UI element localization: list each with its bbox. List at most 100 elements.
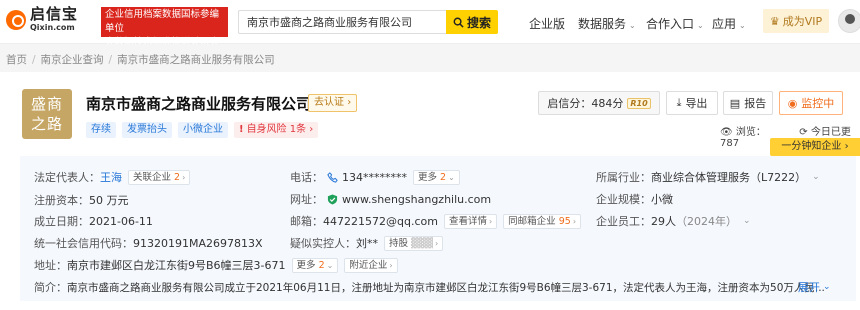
credit-code-row: 统一社会信用代码： 91320191MA2697813X: [34, 235, 263, 251]
related-label: 关联企业: [133, 171, 172, 183]
intro-text: 南京市盛商之路商业服务有限公司成立于2021年06月11日，注册地址为南京市建邺…: [67, 281, 825, 294]
staff-value: 29人: [651, 215, 676, 228]
search-button[interactable]: 搜索: [446, 10, 498, 34]
status-badge[interactable]: 存续: [86, 122, 116, 138]
invoice-title-tag[interactable]: 发票抬头: [122, 122, 172, 138]
address-label: 地址：: [34, 259, 67, 272]
chevron-down-icon[interactable]: ⌄: [812, 172, 820, 182]
related-companies-pill[interactable]: 关联企业 2 ›: [128, 169, 191, 185]
capital-label: 注册资本：: [34, 194, 89, 207]
nearby-companies-pill[interactable]: 附近企业 ›: [344, 257, 398, 273]
same-email-companies-pill[interactable]: 同邮箱企业 95 ›: [503, 213, 582, 229]
phone-more-pill[interactable]: 更多 2 ⌄: [413, 169, 460, 185]
breadcrumb-home[interactable]: 首页: [6, 54, 27, 66]
phone-label: 电话：: [290, 171, 323, 184]
shareholding-pill[interactable]: 持股 ▓▓▓ ›: [384, 235, 444, 251]
chevron-right-icon: ›: [182, 172, 186, 182]
expand-label: 展开: [798, 281, 820, 294]
expand-intro-button[interactable]: 展开 ⌄: [798, 279, 831, 295]
company-info-panel: 法定代表人： 王海 关联企业 2 › 注册资本： 50 万元 成立日期： 2021…: [20, 156, 856, 301]
controller-value: 刘**: [356, 237, 378, 250]
intro-label: 简介：: [34, 281, 67, 294]
legal-rep-row: 法定代表人： 王海 关联企业 2 ›: [34, 169, 191, 185]
email-detail-pill[interactable]: 查看详情 ›: [443, 213, 498, 229]
company-logo-line-2: 之路: [30, 115, 63, 133]
email-label: 邮箱：: [290, 215, 323, 228]
qixin-logo[interactable]: 启信宝 Qixin.com: [6, 7, 78, 32]
nav-enterprise-edition[interactable]: 企业版: [529, 15, 565, 32]
same-email-label: 同邮箱企业: [508, 215, 556, 227]
industry-label: 所属行业：: [596, 171, 651, 184]
report-label: 报告: [744, 97, 767, 110]
chevron-down-icon: ⌄: [448, 172, 455, 182]
monitor-button[interactable]: ◉ 监控中: [779, 91, 843, 115]
address-more-pill[interactable]: 更多 2 ⌄: [291, 257, 339, 273]
breadcrumb-city[interactable]: 南京企业查询: [41, 54, 104, 66]
capital-value: 50 万元: [89, 194, 129, 207]
nav-partnership[interactable]: 合作入口 ⌄: [646, 15, 704, 32]
monitor-label: 监控中: [801, 97, 835, 110]
avatar[interactable]: [838, 9, 860, 33]
warning-icon: !: [239, 124, 244, 135]
phone-value: 134********: [342, 170, 407, 184]
quick-overview-button[interactable]: 一分钟知企业 ›: [770, 138, 860, 156]
chevron-right-icon: ›: [434, 238, 439, 248]
credit-code-value[interactable]: 91320191MA2697813X: [133, 237, 263, 250]
self-risk-tag[interactable]: ! 自身风险 1条 ›: [234, 122, 319, 138]
shield-check-icon: [327, 193, 338, 205]
nearby-label: 附近企业: [349, 259, 388, 271]
chevron-down-icon[interactable]: ⌄: [743, 216, 751, 226]
credit-score-button[interactable]: 启信分：484分 R10: [538, 91, 660, 115]
same-email-count: 95: [558, 215, 571, 227]
chevron-down-icon: ⌄: [823, 282, 831, 292]
shareholding-blur: ▓▓▓: [411, 237, 433, 249]
address-value[interactable]: 南京市建邺区白龙江东街9号B6幢三层3-671: [67, 257, 286, 273]
website-link[interactable]: www.shengshangzhilu.com: [342, 193, 491, 206]
industry-value[interactable]: 商业综合体管理服务（L7222）: [651, 169, 806, 185]
staff-row: 企业员工： 29人 （2024年） ⌄: [596, 213, 751, 229]
become-vip-button[interactable]: ♛ 成为VIP: [763, 9, 829, 33]
nav-label: 合作入口: [646, 17, 695, 31]
export-button[interactable]: ⤓ 导出: [666, 91, 718, 115]
logo-text: 启信宝: [30, 5, 79, 23]
ad-line-1: 企业信用档案数据国标参编单位: [105, 9, 220, 34]
legal-rep-link[interactable]: 王海: [100, 169, 122, 185]
export-label: 导出: [685, 97, 708, 110]
phone-more-count: 2: [440, 171, 447, 183]
website-label: 网址：: [290, 193, 323, 206]
scale-row: 企业规模： 小微: [596, 191, 673, 207]
vip-label: 成为VIP: [782, 15, 823, 28]
company-tags: 存续 发票抬头 小微企业 ! 自身风险 1条 ›: [86, 122, 319, 138]
standard-ad-banner[interactable]: 企业信用档案数据国标参编单位 大数据技术标准推进委员会成员: [101, 7, 228, 62]
industry-row: 所属行业： 商业综合体管理服务（L7222） ⌄: [596, 169, 820, 185]
email-row: 邮箱： 447221572@qq.com 查看详情 › 同邮箱企业 95 ›: [290, 213, 582, 229]
controller-label: 疑似实控人：: [290, 237, 356, 250]
quick-overview-label: 一分钟知企业: [781, 141, 842, 152]
email-value[interactable]: 447221572@qq.com: [323, 215, 438, 228]
website-row: 网址： www.shengshangzhilu.com: [290, 191, 491, 207]
nav-apps[interactable]: 应用 ⌄: [712, 15, 746, 32]
related-count: 2: [174, 171, 181, 183]
download-icon: ⤓: [676, 96, 682, 109]
controller-row: 疑似实控人： 刘** 持股 ▓▓▓ ›: [290, 235, 444, 251]
nav-label: 企业版: [529, 17, 566, 31]
small-business-tag[interactable]: 小微企业: [178, 122, 228, 138]
search-input[interactable]: [247, 11, 457, 33]
report-button[interactable]: ▤ 报告: [723, 91, 773, 115]
claim-button[interactable]: 去认证 ›: [308, 94, 358, 112]
breadcrumb-current: 南京市盛商之路商业服务有限公司: [117, 54, 275, 66]
search-button-label: 搜索: [466, 15, 491, 30]
company-name: 南京市盛商之路商业服务有限公司: [86, 95, 312, 113]
top-bar: 启信宝 Qixin.com 企业信用档案数据国标参编单位 大数据技术标准推进委员…: [0, 0, 860, 62]
chevron-right-icon: ›: [347, 97, 352, 108]
nav-data-services[interactable]: 数据服务 ⌄: [578, 15, 636, 32]
company-logo: 盛商 之路: [22, 89, 72, 139]
address-more-label: 更多: [296, 259, 316, 271]
intro-row: 简介： 南京市盛商之路商业服务有限公司成立于2021年06月11日，注册地址为南…: [34, 279, 825, 295]
chevron-down-icon: ⌄: [326, 260, 334, 270]
credit-code-label: 统一社会信用代码：: [34, 237, 133, 250]
breadcrumb: 首页 / 南京企业查询 / 南京市盛商之路商业服务有限公司: [0, 44, 860, 72]
logo-domain: Qixin.com: [30, 23, 75, 32]
chevron-down-icon: ⌄: [697, 21, 704, 30]
address-more-count: 2: [318, 259, 325, 271]
